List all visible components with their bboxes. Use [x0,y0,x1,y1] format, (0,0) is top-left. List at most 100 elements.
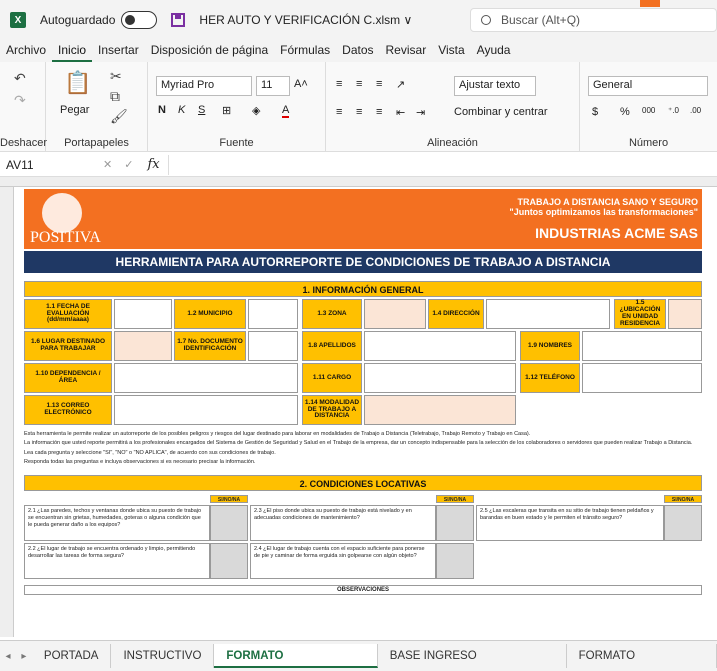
file-name[interactable]: HER AUTO Y VERIFICACIÓN C.xlsm ∨ [199,13,412,27]
question-2-3: 2.3 ¿El piso donde ubica su puesto de tr… [250,504,436,541]
redo-icon[interactable]: ↷ [14,92,26,109]
answer-2-5[interactable] [664,504,702,541]
outdent-icon[interactable]: ⇥ [416,106,425,119]
input-telefono[interactable] [582,363,702,393]
tab-next-icon[interactable]: ▸ [16,651,32,662]
input-direccion[interactable] [486,299,610,329]
font-color-icon[interactable]: A [282,104,290,118]
input-documento[interactable] [248,331,298,361]
input-lugar[interactable] [114,331,172,361]
currency-icon[interactable]: $ [592,106,598,118]
input-modalidad[interactable] [364,395,516,425]
thousands-icon[interactable]: 000 [642,106,655,115]
enter-icon[interactable]: ✓ [124,158,133,171]
input-fecha[interactable] [114,299,172,329]
form-banner: POSITIVA TRABAJO A DISTANCIA SANO Y SEGU… [24,189,702,249]
function-icon[interactable]: fx [147,157,159,172]
align-right-icon[interactable]: ≡ [376,106,382,118]
answer-header-1: SI/NO/NA [210,494,248,503]
number-format-select[interactable]: General [588,76,708,96]
label-zona: 1.3 ZONA [302,299,362,329]
save-icon[interactable] [171,13,186,27]
tab-formato-verificacion[interactable]: FORMATO VERIFICACIÓN [567,644,717,668]
cut-icon[interactable]: ✂ [110,68,122,85]
tab-base-ingreso[interactable]: BASE INGRESO AUTORREPORTE [378,644,567,668]
orientation-icon[interactable]: ↗ [396,78,405,91]
answer-2-1[interactable] [210,504,248,541]
question-2-2: 2.2 ¿El lugar de trabajo se encuentra or… [24,542,210,579]
answer-header-3: SI/NO/NA [664,494,702,503]
menu-formulas[interactable]: Fórmulas [274,40,336,62]
input-dependencia[interactable] [114,363,298,393]
accent-mark [640,0,660,7]
input-correo[interactable] [114,395,298,425]
font-name-select[interactable]: Myriad Pro [156,76,252,96]
align-left-icon[interactable]: ≡ [336,106,342,118]
note-1: Esta herramienta le permite realizar un … [24,431,531,437]
tab-instructivo[interactable]: INSTRUCTIVO [111,644,215,668]
excel-logo-icon: X [10,12,26,28]
menu-archivo[interactable]: Archivo [0,40,52,62]
label-direccion: 1.4 DIRECCIÓN [428,299,484,329]
paste-button[interactable]: Pegar [60,104,89,116]
align-center-icon[interactable]: ≡ [356,106,362,118]
answer-2-4[interactable] [436,542,474,579]
input-nombres[interactable] [582,331,702,361]
tab-portada[interactable]: PORTADA [32,644,112,668]
menu-vista[interactable]: Vista [432,40,470,62]
align-bottom-icon[interactable]: ≡ [376,78,382,90]
wrap-text-button[interactable]: Ajustar texto [454,76,536,96]
question-2-4: 2.4 ¿El lugar de trabajo cuenta con el e… [250,542,436,579]
name-box[interactable]: AV11 [2,155,97,175]
input-ubicacion[interactable] [668,299,702,329]
autosave-toggle[interactable] [121,11,158,29]
merge-center-button[interactable]: Combinar y centrar [454,106,548,118]
border-icon[interactable]: ⊞ [222,104,231,117]
font-size-select[interactable]: 11 [256,76,290,96]
percent-icon[interactable]: % [620,106,630,118]
positiva-logo-icon [42,193,82,233]
section-locative-conditions: 2. CONDICIONES LOCATIVAS [24,474,702,491]
menu-ayuda[interactable]: Ayuda [471,40,517,62]
label-telefono: 1.12 TELÉFONO [520,363,580,393]
number-group: General $ % 000 ⁺.0 .00 Número [580,62,717,152]
row-headers [0,187,14,637]
search-input[interactable]: Buscar (Alt+Q) [470,8,717,32]
menu-disposicion[interactable]: Disposición de página [145,40,274,62]
font-group: Myriad Pro 11 A˄ N K S ⊞ ◈ A Fuente [148,62,326,152]
undo-group: ↶ ↷ Deshacer [0,62,47,152]
copy-icon[interactable]: ⧉ [110,88,120,105]
form-title: HERRAMIENTA PARA AUTORREPORTE DE CONDICI… [24,251,702,273]
input-cargo[interactable] [364,363,516,393]
undo-icon[interactable]: ↶ [14,70,26,87]
answer-2-2[interactable] [210,542,248,579]
input-apellidos[interactable] [364,331,516,361]
formula-input[interactable] [167,154,717,175]
fill-color-icon[interactable]: ◈ [252,104,260,117]
italic-icon[interactable]: K [178,104,185,116]
cancel-icon[interactable]: ✕ [103,158,112,171]
menu-inicio[interactable]: Inicio [52,40,93,62]
input-zona[interactable] [364,299,426,329]
align-middle-icon[interactable]: ≡ [356,78,362,90]
tab-prev-icon[interactable]: ◂ [0,651,16,662]
worksheet[interactable]: POSITIVA TRABAJO A DISTANCIA SANO Y SEGU… [0,177,717,637]
align-top-icon[interactable]: ≡ [336,78,342,90]
grow-font-icon[interactable]: A˄ [294,78,308,90]
menu-datos[interactable]: Datos [336,40,379,62]
ribbon-tabs: Archivo Inicio Insertar Disposición de p… [0,40,717,62]
menu-insertar[interactable]: Insertar [92,40,145,62]
decrease-decimal-icon[interactable]: .00 [690,106,701,115]
indent-icon[interactable]: ⇤ [396,106,405,119]
paste-icon[interactable]: 📋 [64,70,91,96]
underline-icon[interactable]: S [198,104,205,116]
bold-icon[interactable]: N [158,104,166,116]
instructions-notes: Esta herramienta le permite realizar un … [24,431,702,467]
format-painter-icon[interactable]: 🖌 [110,108,128,125]
input-municipio[interactable] [248,299,298,329]
answer-2-3[interactable] [436,504,474,541]
observations-header: OBSERVACIONES [24,584,702,595]
tab-formato-autorreporte[interactable]: FORMATO AUTORREPORTE [214,644,378,668]
menu-revisar[interactable]: Revisar [380,40,433,62]
increase-decimal-icon[interactable]: ⁺.0 [668,106,679,115]
